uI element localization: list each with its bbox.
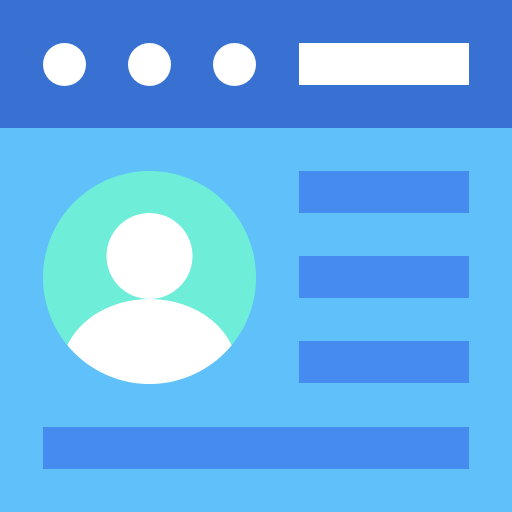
text-line-1 — [299, 171, 469, 213]
text-line-3 — [299, 341, 469, 383]
window-control-dot-1[interactable] — [43, 43, 86, 86]
avatar-head — [106, 213, 193, 299]
window-control-dot-2[interactable] — [128, 43, 171, 86]
text-line-4 — [43, 427, 469, 469]
text-line-2 — [299, 256, 469, 298]
profile-browser-window — [0, 0, 512, 512]
user-profile-icon — [43, 171, 256, 384]
address-bar[interactable] — [299, 43, 469, 85]
window-control-dot-3[interactable] — [213, 43, 256, 86]
window-titlebar — [0, 0, 512, 128]
